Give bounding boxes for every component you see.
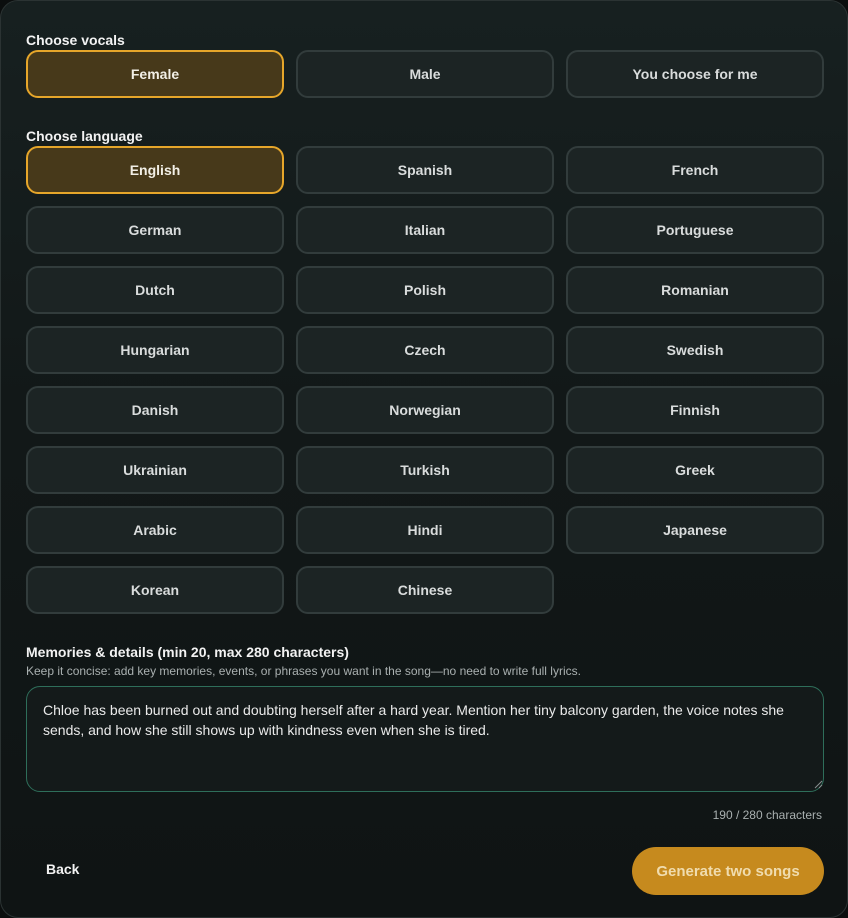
language-option-hindi[interactable]: Hindi: [296, 506, 554, 554]
language-option-ukrainian[interactable]: Ukrainian: [26, 446, 284, 494]
language-label: Choose language: [26, 128, 143, 144]
language-option-turkish[interactable]: Turkish: [296, 446, 554, 494]
memories-label: Memories & details (min 20, max 280 char…: [26, 644, 349, 660]
memories-textarea[interactable]: [26, 686, 824, 792]
language-options: English Spanish French German Italian Portugu…: [26, 146, 824, 614]
language-option-italian[interactable]: Italian: [296, 206, 554, 254]
song-options-panel: Choose vocals Female Male You choose for m…: [0, 0, 848, 918]
language-option-german[interactable]: German: [26, 206, 284, 254]
language-option-dutch[interactable]: Dutch: [26, 266, 284, 314]
language-option-romanian[interactable]: Romanian: [566, 266, 824, 314]
language-option-czech[interactable]: Czech: [296, 326, 554, 374]
language-option-arabic[interactable]: Arabic: [26, 506, 284, 554]
language-option-portuguese[interactable]: Portuguese: [566, 206, 824, 254]
language-option-polish[interactable]: Polish: [296, 266, 554, 314]
language-option-norwegian[interactable]: Norwegian: [296, 386, 554, 434]
vocals-option-you-choose-for-me[interactable]: You choose for me: [566, 50, 824, 98]
back-button[interactable]: Back: [46, 861, 79, 877]
language-option-french[interactable]: French: [566, 146, 824, 194]
vocals-label: Choose vocals: [26, 32, 125, 48]
language-option-korean[interactable]: Korean: [26, 566, 284, 614]
language-option-chinese[interactable]: Chinese: [296, 566, 554, 614]
vocals-option-male[interactable]: Male: [296, 50, 554, 98]
memories-hint: Keep it concise: add key memories, event…: [26, 664, 581, 678]
language-option-spanish[interactable]: Spanish: [296, 146, 554, 194]
resize-handle-icon[interactable]: [814, 780, 823, 789]
character-counter: 190 / 280 characters: [712, 808, 822, 822]
language-option-finnish[interactable]: Finnish: [566, 386, 824, 434]
vocals-options: Female Male You choose for me: [26, 50, 824, 98]
vocals-option-female[interactable]: Female: [26, 50, 284, 98]
language-option-swedish[interactable]: Swedish: [566, 326, 824, 374]
language-option-danish[interactable]: Danish: [26, 386, 284, 434]
language-option-english[interactable]: English: [26, 146, 284, 194]
language-option-japanese[interactable]: Japanese: [566, 506, 824, 554]
language-option-hungarian[interactable]: Hungarian: [26, 326, 284, 374]
generate-songs-button[interactable]: Generate two songs: [632, 847, 824, 895]
language-option-greek[interactable]: Greek: [566, 446, 824, 494]
